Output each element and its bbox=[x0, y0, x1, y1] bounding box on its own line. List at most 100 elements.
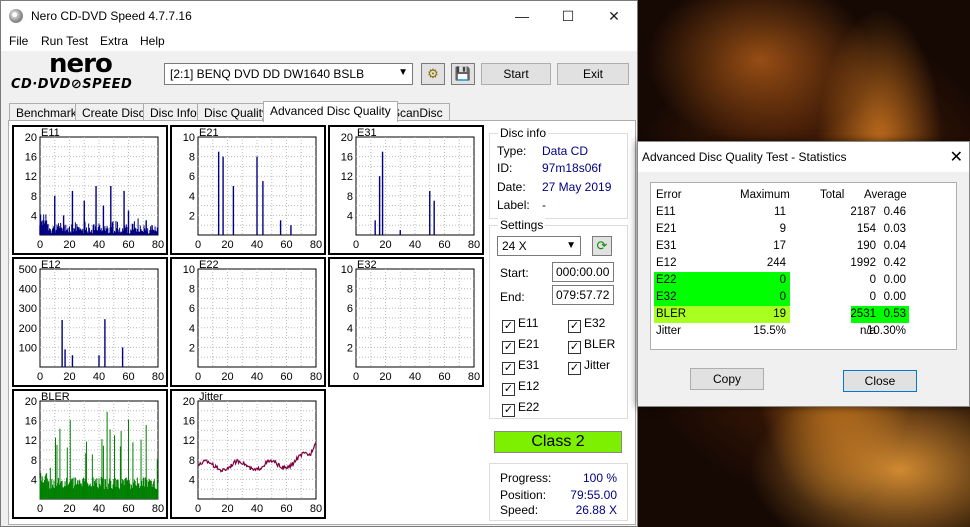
start-button[interactable]: Start bbox=[481, 63, 551, 85]
disc-info-title: Disc info bbox=[498, 126, 549, 140]
table-row: Jitter 15.5% n/a 10.30% bbox=[654, 323, 956, 340]
checkbox-e21[interactable]: ✓ E21 bbox=[502, 337, 539, 354]
save-button[interactable]: 💾 bbox=[451, 63, 475, 85]
y-tick-label: 4 bbox=[189, 191, 195, 203]
menu-help[interactable]: Help bbox=[140, 34, 165, 48]
check-icon: ✓ bbox=[502, 341, 515, 354]
tab-benchmark[interactable]: Benchmark bbox=[9, 103, 84, 121]
statistics-title-bar[interactable]: Advanced Disc Quality Test - Statistics … bbox=[638, 142, 969, 172]
copy-button[interactable]: Copy bbox=[690, 368, 764, 390]
x-tick-label: 0 bbox=[353, 371, 359, 383]
close-button[interactable]: ✕ bbox=[591, 1, 637, 31]
checkbox-jitter[interactable]: ✓ Jitter bbox=[568, 358, 610, 375]
chart-jitter: Jitter 20 16 12 8 4 0 20 40 60 80 bbox=[170, 389, 326, 519]
start-label: Start: bbox=[500, 266, 529, 280]
table-row: E12 244 1992 0.42 bbox=[654, 255, 956, 272]
tab-advanced-disc-quality[interactable]: Advanced Disc Quality bbox=[263, 101, 398, 122]
disc-date-value: 27 May 2019 bbox=[542, 180, 612, 194]
window-title: Nero CD-DVD Speed 4.7.7.16 bbox=[31, 9, 192, 23]
end-input[interactable]: 079:57.72 bbox=[552, 285, 614, 305]
y-tick-label: 10 bbox=[183, 264, 195, 276]
checkbox-e32[interactable]: ✓ E32 bbox=[568, 316, 605, 333]
speed-select[interactable]: 24 X ▼ bbox=[497, 236, 581, 256]
y-tick-label: 8 bbox=[31, 191, 37, 203]
statistics-table: Error Maximum Total Average E11 11 2187 0.4… bbox=[650, 182, 957, 350]
drive-select[interactable]: [2:1] BENQ DVD DD DW1640 BSLB ▼ bbox=[164, 63, 413, 85]
y-tick-label: 12 bbox=[25, 435, 37, 447]
chart-e12: E12 500 400 300 200 100 0 20 40 60 80 bbox=[12, 257, 168, 387]
minimize-button[interactable]: — bbox=[499, 1, 545, 31]
x-tick-label: 20 bbox=[63, 371, 75, 383]
cell: 0 bbox=[869, 291, 876, 303]
x-tick-label: 0 bbox=[37, 239, 43, 251]
checkbox-e32-label: E32 bbox=[584, 316, 606, 330]
start-input[interactable]: 000:00.00 bbox=[552, 262, 614, 282]
y-tick-label: 16 bbox=[25, 416, 37, 428]
checkbox-bler[interactable]: ✓ BLER bbox=[568, 337, 615, 354]
cell: 0 bbox=[779, 274, 786, 286]
chart-title: Jitter bbox=[199, 391, 223, 403]
tab-disc-info[interactable]: Disc Info bbox=[143, 103, 204, 121]
progress-label: Progress: bbox=[500, 471, 552, 485]
cell: E11 bbox=[656, 206, 676, 218]
refresh-button[interactable]: ⟳ bbox=[592, 236, 612, 256]
cell: 0.03 bbox=[883, 223, 906, 235]
x-tick-label: 40 bbox=[251, 503, 263, 515]
menu-run-test[interactable]: Run Test bbox=[41, 34, 88, 48]
checkbox-e22-label: E22 bbox=[518, 400, 540, 414]
y-tick-label: 10 bbox=[341, 264, 353, 276]
y-tick-label: 20 bbox=[183, 396, 195, 408]
menu-extra[interactable]: Extra bbox=[100, 34, 128, 48]
y-tick-label: 4 bbox=[189, 474, 195, 486]
exit-button[interactable]: Exit bbox=[557, 63, 629, 85]
header-total: Total bbox=[820, 189, 845, 201]
cell: 0.53 bbox=[883, 308, 906, 320]
checkbox-e22[interactable]: ✓ E22 bbox=[502, 400, 539, 417]
chart-e32-svg: E321086420 20 40 60 80 bbox=[341, 259, 480, 383]
speed-select-value: 24 X bbox=[502, 239, 527, 253]
disc-type-label: Type: bbox=[497, 144, 527, 158]
y-tick-label: 16 bbox=[25, 152, 37, 164]
y-tick-label: 4 bbox=[347, 323, 353, 335]
y-tick-label: 500 bbox=[19, 264, 37, 276]
x-tick-label: 40 bbox=[93, 239, 105, 251]
header-error: Error bbox=[656, 189, 682, 201]
tab-create-disc[interactable]: Create Disc bbox=[75, 103, 152, 121]
cell: 19 bbox=[773, 308, 786, 320]
x-tick-label: 0 bbox=[37, 503, 43, 515]
close-dialog-button[interactable]: Close bbox=[843, 370, 917, 392]
chart-title: E22 bbox=[199, 259, 219, 271]
cell: E31 bbox=[656, 240, 677, 252]
checkbox-e11[interactable]: ✓ E11 bbox=[502, 316, 538, 333]
menu-file[interactable]: File bbox=[9, 34, 28, 48]
gears-icon: ⚙ bbox=[427, 66, 439, 81]
y-tick-label: 2 bbox=[347, 342, 353, 354]
cell: 0.00 bbox=[883, 274, 906, 286]
y-tick-label: 12 bbox=[183, 435, 195, 447]
y-tick-label: 6 bbox=[347, 303, 353, 315]
checkbox-e12[interactable]: ✓ E12 bbox=[502, 379, 539, 396]
cell: 17 bbox=[773, 240, 786, 252]
chart-e31-svg: E31201612840 20 40 60 80 bbox=[341, 127, 480, 251]
cell: E32 bbox=[656, 291, 677, 303]
x-tick-label: 80 bbox=[152, 371, 164, 383]
y-tick-label: 8 bbox=[189, 455, 195, 467]
chart-e31: E31 20 16 12 8 4 0 20 40 60 80 bbox=[328, 125, 484, 255]
progress-value: 100 % bbox=[582, 471, 617, 485]
title-bar[interactable]: Nero CD-DVD Speed 4.7.7.16 — ☐ ✕ bbox=[1, 1, 637, 31]
y-tick-label: 12 bbox=[341, 171, 353, 183]
checkbox-e31[interactable]: ✓ E31 bbox=[502, 358, 539, 375]
logo-cd-dvd-speed: CD·DVD⊘SPEED bbox=[11, 77, 133, 92]
x-tick-label: 20 bbox=[379, 239, 391, 251]
drive-info-button[interactable]: ⚙ bbox=[421, 63, 445, 85]
close-icon[interactable]: ✕ bbox=[950, 147, 963, 167]
cell: 244 bbox=[766, 257, 786, 269]
x-tick-label: 80 bbox=[310, 371, 322, 383]
speed-value: 26.88 X bbox=[575, 503, 617, 517]
x-tick-label: 0 bbox=[195, 239, 201, 251]
position-label: Position: bbox=[500, 488, 547, 502]
cell: 2187 bbox=[850, 206, 876, 218]
table-row: BLER 19 2531 0.53 bbox=[654, 306, 956, 323]
y-tick-label: 20 bbox=[25, 132, 37, 144]
maximize-button[interactable]: ☐ bbox=[545, 1, 591, 31]
